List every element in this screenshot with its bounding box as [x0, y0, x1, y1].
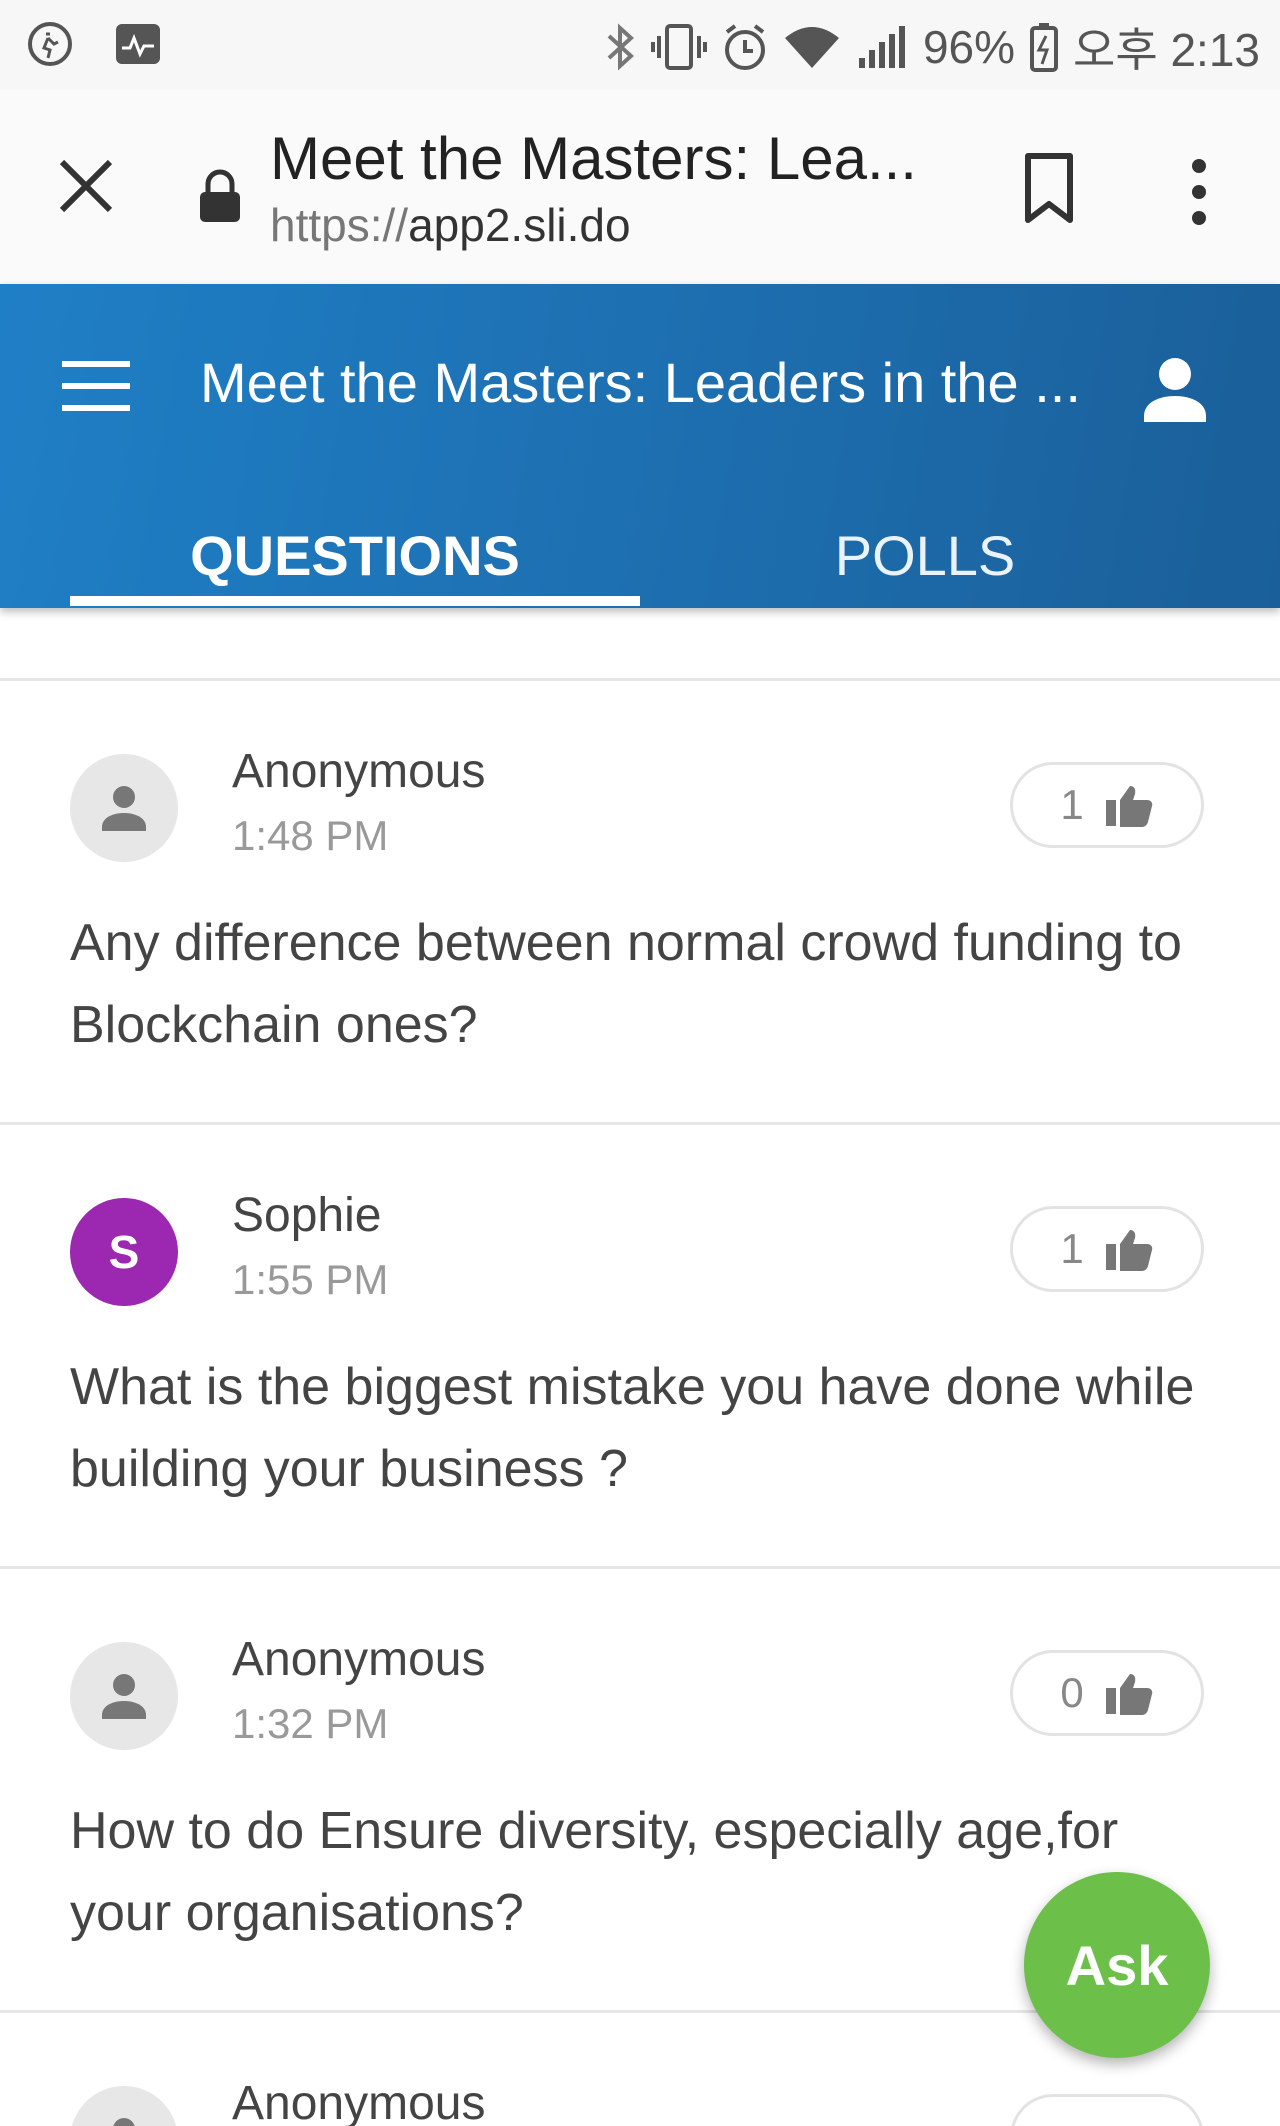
like-button[interactable] [1010, 2094, 1204, 2126]
vibrate-icon [650, 24, 707, 70]
bluetooth-icon [607, 23, 634, 71]
question-card: Anonymous [0, 2086, 1280, 2126]
battery-icon [1030, 23, 1059, 72]
question-card: S Sophie 1:55 PM 1 What is the biggest m… [0, 1189, 1280, 1638]
question-text: What is the biggest mistake you have don… [70, 1358, 1195, 1498]
more-options-icon[interactable] [1168, 152, 1230, 232]
url-host: app2.sli.do [408, 199, 631, 251]
question-time: 1:32 PM [232, 1700, 389, 1747]
browser-url[interactable]: https://app2.sli.do [270, 198, 631, 252]
wifi-icon [784, 27, 839, 68]
battery-percent: 96% [922, 21, 1016, 73]
hamburger-menu-icon[interactable] [58, 358, 134, 414]
person-icon [102, 786, 146, 831]
divider [0, 1122, 1280, 1125]
close-icon[interactable] [54, 154, 118, 218]
thumbs-up-icon [1105, 1674, 1152, 1715]
question-card: Anonymous 1:48 PM 1 Any difference betwe… [0, 745, 1280, 1194]
activity-icon [28, 22, 72, 66]
signal-icon [858, 26, 905, 68]
pulse-icon [116, 24, 160, 64]
question-text: Any difference between normal crowd fund… [70, 914, 1182, 1054]
tab-polls[interactable]: POLLS [640, 504, 1210, 608]
question-author: Anonymous [232, 1633, 486, 1686]
divider [0, 678, 1280, 681]
question-time: 1:48 PM [232, 812, 389, 859]
person-icon [113, 2118, 135, 2126]
avatar [70, 1642, 178, 1750]
app-header: Meet the Masters: Leaders in the ... QUE… [0, 284, 1280, 608]
browser-page-title: Meet the Masters: Lea... [270, 125, 917, 192]
like-count: 1 [1060, 1225, 1084, 1272]
lock-icon [200, 169, 240, 222]
question-time: 1:55 PM [232, 1256, 389, 1303]
status-bar: 96% 오후 2:13 [0, 0, 1280, 90]
question-author: Anonymous [232, 745, 486, 798]
thumbs-up-icon [1105, 786, 1152, 827]
question-author: Anonymous [232, 2086, 486, 2126]
user-profile-icon[interactable] [1140, 354, 1210, 424]
thumbs-up-icon [1105, 1230, 1152, 1271]
bookmark-icon[interactable] [1014, 148, 1084, 228]
avatar [70, 754, 178, 862]
url-scheme: https:// [270, 199, 409, 251]
event-title: Meet the Masters: Leaders in the ... [200, 351, 1081, 414]
clock: 오후 2:13 [1073, 24, 1260, 76]
like-count: 1 [1060, 781, 1084, 828]
person-icon [102, 1674, 146, 1719]
like-count: 0 [1060, 1669, 1084, 1716]
avatar [70, 2086, 178, 2126]
active-tab-indicator [70, 596, 640, 606]
tab-questions[interactable]: QUESTIONS [70, 504, 640, 608]
avatar: S [70, 1198, 178, 1306]
browser-toolbar: Meet the Masters: Lea... https://app2.sl… [0, 90, 1280, 285]
divider [0, 1566, 1280, 1569]
question-author: Sophie [232, 1189, 382, 1242]
like-button[interactable]: 0 [1010, 1650, 1204, 1736]
like-button[interactable]: 1 [1010, 1206, 1204, 1292]
like-button[interactable]: 1 [1010, 762, 1204, 848]
alarm-icon [724, 24, 765, 70]
ask-button[interactable]: Ask [1024, 1872, 1210, 2058]
